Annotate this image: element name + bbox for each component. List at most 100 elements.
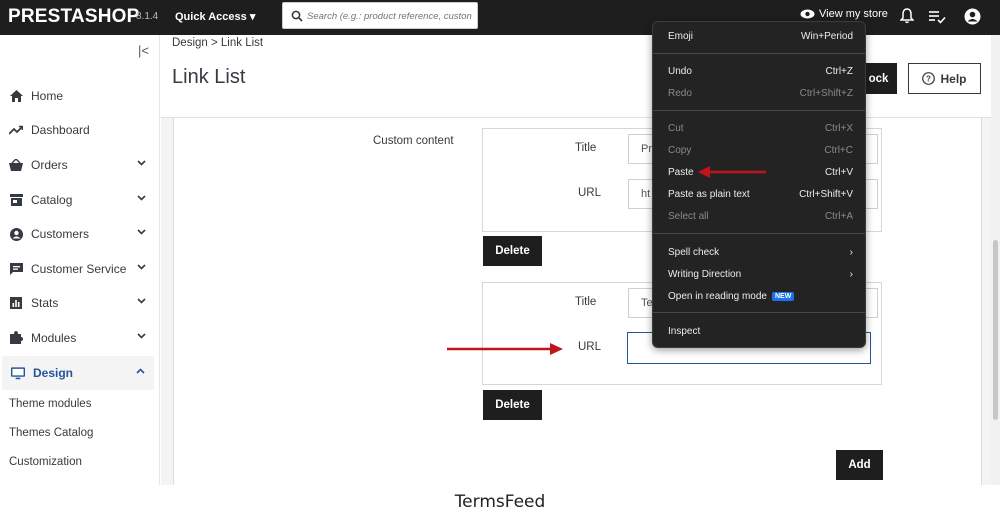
menu-item-shortcut: Win+Period bbox=[801, 31, 853, 42]
sidebar-item-label: Catalog bbox=[31, 193, 73, 207]
menu-item-shortcut: Ctrl+Shift+Z bbox=[799, 88, 853, 99]
bell-icon[interactable] bbox=[900, 8, 914, 24]
delete-label: Delete bbox=[495, 245, 530, 257]
sidebar-subitem-themes-catalog[interactable]: Themes Catalog bbox=[9, 427, 93, 439]
search-icon bbox=[291, 10, 303, 22]
checklist-icon[interactable] bbox=[928, 10, 946, 24]
menu-item-inspect[interactable]: Inspect bbox=[668, 326, 853, 337]
new-block-label: ock bbox=[868, 72, 889, 85]
sidebar-item-label: Stats bbox=[31, 296, 59, 310]
annotation-arrow-icon bbox=[447, 343, 563, 355]
sidebar-item-label: Modules bbox=[31, 331, 77, 345]
menu-separator bbox=[653, 110, 865, 111]
sidebar-item-label: Customers bbox=[31, 227, 90, 241]
chevron-up-icon bbox=[136, 368, 145, 374]
menu-item-label: Inspect bbox=[668, 326, 701, 337]
sidebar-item-home[interactable]: Home bbox=[0, 79, 155, 113]
brand-logo[interactable]: PRESTASHOP bbox=[8, 6, 140, 28]
delete-button[interactable]: Delete bbox=[483, 390, 542, 420]
menu-item-shortcut: Ctrl+A bbox=[824, 211, 853, 222]
chevron-down-icon bbox=[137, 195, 146, 201]
title-label: Title bbox=[575, 296, 597, 308]
version-label: 8.1.4 bbox=[136, 11, 159, 22]
menu-item-emoji[interactable]: Emoji Win+Period bbox=[668, 31, 853, 42]
view-store-link[interactable]: View my store bbox=[800, 8, 888, 20]
menu-item-label: Redo bbox=[668, 88, 692, 99]
account-circle-icon bbox=[9, 227, 23, 241]
menu-separator bbox=[653, 312, 865, 313]
sidebar-item-orders[interactable]: Orders bbox=[0, 148, 155, 182]
watermark-bar: TermsFeed bbox=[0, 485, 1000, 519]
menu-item-undo[interactable]: Undo Ctrl+Z bbox=[668, 66, 853, 77]
account-circle-icon[interactable] bbox=[964, 8, 981, 25]
sidebar-item-dashboard[interactable]: Dashboard bbox=[0, 113, 155, 147]
menu-item-label: Open in reading mode bbox=[668, 291, 767, 302]
menu-item-select-all: Select all Ctrl+A bbox=[668, 211, 853, 222]
menu-item-label: Paste as plain text bbox=[668, 189, 750, 200]
svg-text:?: ? bbox=[927, 75, 932, 84]
menu-item-writing-direction[interactable]: Writing Direction › bbox=[668, 269, 853, 280]
url-label: URL bbox=[578, 187, 602, 199]
url-label: URL bbox=[578, 341, 602, 353]
chevron-right-icon: › bbox=[849, 269, 853, 280]
bar-chart-icon bbox=[9, 296, 23, 310]
puzzle-icon bbox=[9, 331, 23, 345]
scrollbar-thumb[interactable] bbox=[993, 240, 998, 420]
context-menu: Emoji Win+Period Undo Ctrl+Z Redo Ctrl+Shif… bbox=[652, 21, 866, 348]
sidebar-item-label: Customer Service bbox=[31, 262, 127, 276]
annotation-arrow-icon bbox=[698, 166, 766, 178]
desktop-icon bbox=[11, 366, 25, 380]
menu-item-label: Writing Direction bbox=[668, 269, 742, 280]
new-badge: NEW bbox=[771, 292, 795, 301]
title-label: Title bbox=[575, 142, 597, 154]
sidebar-subitem-customization[interactable]: Customization bbox=[9, 456, 82, 468]
menu-item-shortcut: Ctrl+V bbox=[824, 167, 853, 178]
search-input[interactable] bbox=[307, 7, 472, 25]
sidebar-item-modules[interactable]: Modules bbox=[0, 321, 155, 355]
view-store-label: View my store bbox=[819, 8, 888, 20]
menu-item-label: Emoji bbox=[668, 31, 694, 42]
delete-label: Delete bbox=[495, 399, 530, 411]
sidebar-item-customer-service[interactable]: Customer Service bbox=[0, 252, 155, 286]
collapse-sidebar-icon[interactable]: |< bbox=[138, 43, 149, 58]
sidebar-subitem-theme-modules[interactable]: Theme modules bbox=[9, 398, 91, 410]
menu-item-label: Select all bbox=[668, 211, 709, 222]
sidebar-item-design[interactable]: Design bbox=[2, 356, 154, 390]
menu-item-shortcut: Ctrl+C bbox=[824, 145, 853, 156]
menu-item-spell-check[interactable]: Spell check › bbox=[668, 247, 853, 258]
sidebar-item-label: Home bbox=[31, 89, 64, 103]
menu-item-redo: Redo Ctrl+Shift+Z bbox=[668, 88, 853, 99]
menu-item-shortcut: Ctrl+Z bbox=[825, 66, 854, 77]
sidebar-item-label: Orders bbox=[31, 158, 68, 172]
delete-button[interactable]: Delete bbox=[483, 236, 542, 266]
quick-access-button[interactable]: Quick Access ▾ bbox=[175, 10, 255, 23]
sidebar-item-stats[interactable]: Stats bbox=[0, 286, 155, 320]
sidebar-item-customers[interactable]: Customers bbox=[0, 217, 155, 251]
sidebar-item-label: Dashboard bbox=[31, 123, 90, 137]
menu-item-shortcut: Ctrl+X bbox=[824, 123, 853, 134]
menu-item-label: Copy bbox=[668, 145, 692, 156]
chevron-down-icon bbox=[137, 264, 146, 270]
add-button[interactable]: Add bbox=[836, 450, 883, 480]
menu-item-shortcut: Ctrl+Shift+V bbox=[799, 189, 853, 200]
chevron-down-icon bbox=[137, 298, 146, 304]
search-box[interactable] bbox=[282, 2, 478, 29]
help-label: Help bbox=[940, 71, 967, 86]
menu-item-copy: Copy Ctrl+C bbox=[668, 145, 853, 156]
watermark-text: TermsFeed bbox=[454, 492, 546, 512]
breadcrumb[interactable]: Design > Link List bbox=[172, 37, 263, 49]
eye-icon bbox=[800, 9, 815, 19]
help-button[interactable]: ? Help bbox=[908, 63, 981, 94]
trending-up-icon bbox=[9, 123, 23, 137]
menu-item-label: Cut bbox=[668, 123, 684, 134]
sidebar-item-catalog[interactable]: Catalog bbox=[0, 183, 155, 217]
caret-down-icon: ▾ bbox=[249, 11, 256, 23]
menu-item-label: Undo bbox=[668, 66, 692, 77]
store-icon bbox=[9, 193, 23, 207]
quick-access-label: Quick Access bbox=[175, 11, 247, 23]
chevron-down-icon bbox=[137, 229, 146, 235]
menu-item-paste-plain[interactable]: Paste as plain text Ctrl+Shift+V bbox=[668, 189, 853, 200]
menu-item-reading-mode[interactable]: Open in reading mode NEW bbox=[668, 291, 853, 302]
menu-separator bbox=[653, 233, 865, 234]
chat-icon bbox=[9, 262, 23, 276]
